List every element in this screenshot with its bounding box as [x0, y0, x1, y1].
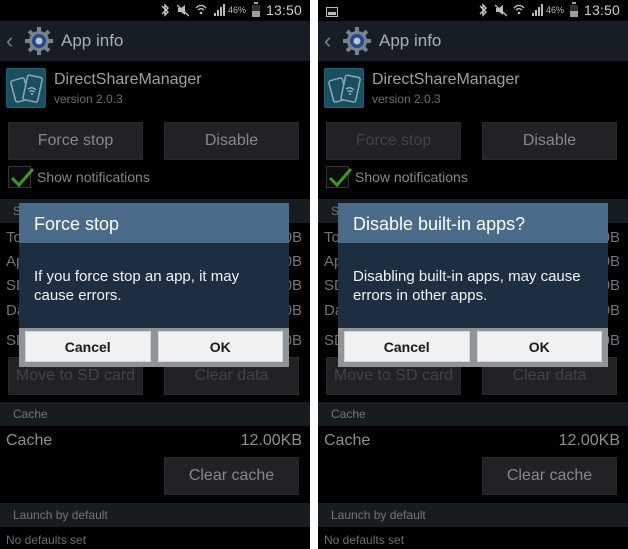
- action-bar: ‹ App info: [0, 21, 310, 61]
- clock: 13:50: [583, 2, 620, 18]
- disable-button[interactable]: Disable: [482, 122, 617, 160]
- mute-icon: [176, 4, 189, 17]
- force-stop-button[interactable]: Force stop: [326, 122, 461, 160]
- launch-default-section-header: Launch by default: [318, 503, 628, 527]
- dialog-title: Disable built-in apps?: [338, 203, 608, 243]
- no-defaults-text: No defaults set: [6, 533, 87, 547]
- page-title: App info: [61, 31, 124, 50]
- cache-label: Cache: [324, 432, 371, 449]
- status-icons: 46% 13:50: [159, 2, 302, 18]
- clear-cache-button[interactable]: Clear cache: [482, 457, 617, 495]
- app-name: DirectShareManager: [54, 71, 202, 88]
- wifi-icon: [513, 4, 525, 15]
- app-name: DirectShareManager: [372, 71, 520, 88]
- force-stop-dialog: Force stop If you force stop an app, it …: [19, 203, 289, 367]
- battery-icon: [251, 2, 260, 17]
- app-header: DirectShareManager version 2.0.3: [324, 68, 520, 108]
- show-notifications-checkbox[interactable]: [326, 166, 353, 188]
- battery-percent: 46%: [545, 5, 564, 15]
- chevron-left-icon[interactable]: ‹: [6, 30, 20, 52]
- cancel-button[interactable]: Cancel: [344, 331, 470, 362]
- cache-row: Cache 12.00KB: [6, 432, 302, 450]
- force-stop-button[interactable]: Force stop: [8, 122, 143, 160]
- dialog-message: Disabling built-in apps, may cause error…: [338, 243, 608, 328]
- settings-gear-icon[interactable]: [24, 26, 54, 56]
- signal-icon: [531, 4, 543, 16]
- phone-screen-disable: 46% 13:50 ‹ App info DirectShareManager …: [318, 0, 628, 549]
- bluetooth-icon: [161, 3, 169, 17]
- disable-built-in-apps-dialog: Disable built-in apps? Disabling built-i…: [338, 203, 608, 367]
- ok-button[interactable]: OK: [476, 331, 602, 362]
- status-bar: 46% 13:50: [0, 0, 310, 21]
- wifi-icon: [195, 4, 207, 15]
- cancel-button[interactable]: Cancel: [25, 331, 151, 362]
- launch-default-section-header: Launch by default: [0, 503, 310, 527]
- dialog-title: Force stop: [19, 203, 289, 243]
- action-bar: ‹ App info: [318, 21, 628, 61]
- show-notifications-label: Show notifications: [37, 169, 150, 185]
- direct-share-icon: [6, 68, 46, 108]
- app-header: DirectShareManager version 2.0.3: [6, 68, 202, 108]
- battery-percent: 46%: [227, 5, 246, 15]
- disable-button[interactable]: Disable: [164, 122, 299, 160]
- settings-gear-icon[interactable]: [342, 26, 372, 56]
- notification-icons: [326, 4, 338, 22]
- show-notifications-row[interactable]: Show notifications: [8, 166, 150, 188]
- no-defaults-text: No defaults set: [324, 533, 405, 547]
- status-icons: 46% 13:50: [477, 2, 620, 18]
- show-notifications-checkbox[interactable]: [8, 166, 35, 188]
- checkmark-icon: [328, 168, 353, 188]
- bluetooth-icon: [479, 3, 487, 17]
- gallery-icon: [326, 7, 338, 17]
- direct-share-icon: [324, 68, 364, 108]
- cache-section-header: Cache: [318, 402, 628, 426]
- chevron-left-icon[interactable]: ‹: [324, 30, 338, 52]
- dialog-button-bar: Cancel OK: [19, 328, 289, 367]
- ok-button[interactable]: OK: [157, 331, 283, 362]
- checkmark-icon: [10, 168, 35, 188]
- cache-value: 12.00KB: [240, 432, 302, 449]
- cache-label: Cache: [6, 432, 53, 449]
- battery-icon: [569, 2, 578, 17]
- cache-value: 12.00KB: [558, 432, 620, 449]
- dialog-button-bar: Cancel OK: [338, 328, 608, 367]
- phone-screen-force-stop: 46% 13:50 ‹ App info DirectShareManager …: [0, 0, 310, 549]
- signal-icon: [213, 4, 225, 16]
- show-notifications-label: Show notifications: [355, 169, 468, 185]
- app-version: version 2.0.3: [372, 92, 441, 106]
- clock: 13:50: [265, 2, 302, 18]
- clear-cache-button[interactable]: Clear cache: [164, 457, 299, 495]
- app-version: version 2.0.3: [54, 92, 123, 106]
- cache-section-header: Cache: [0, 402, 310, 426]
- show-notifications-row[interactable]: Show notifications: [326, 166, 468, 188]
- status-bar: 46% 13:50: [318, 0, 628, 21]
- mute-icon: [494, 4, 507, 17]
- dialog-message: If you force stop an app, it may cause e…: [19, 243, 289, 328]
- cache-row: Cache 12.00KB: [324, 432, 620, 450]
- page-title: App info: [379, 31, 442, 50]
